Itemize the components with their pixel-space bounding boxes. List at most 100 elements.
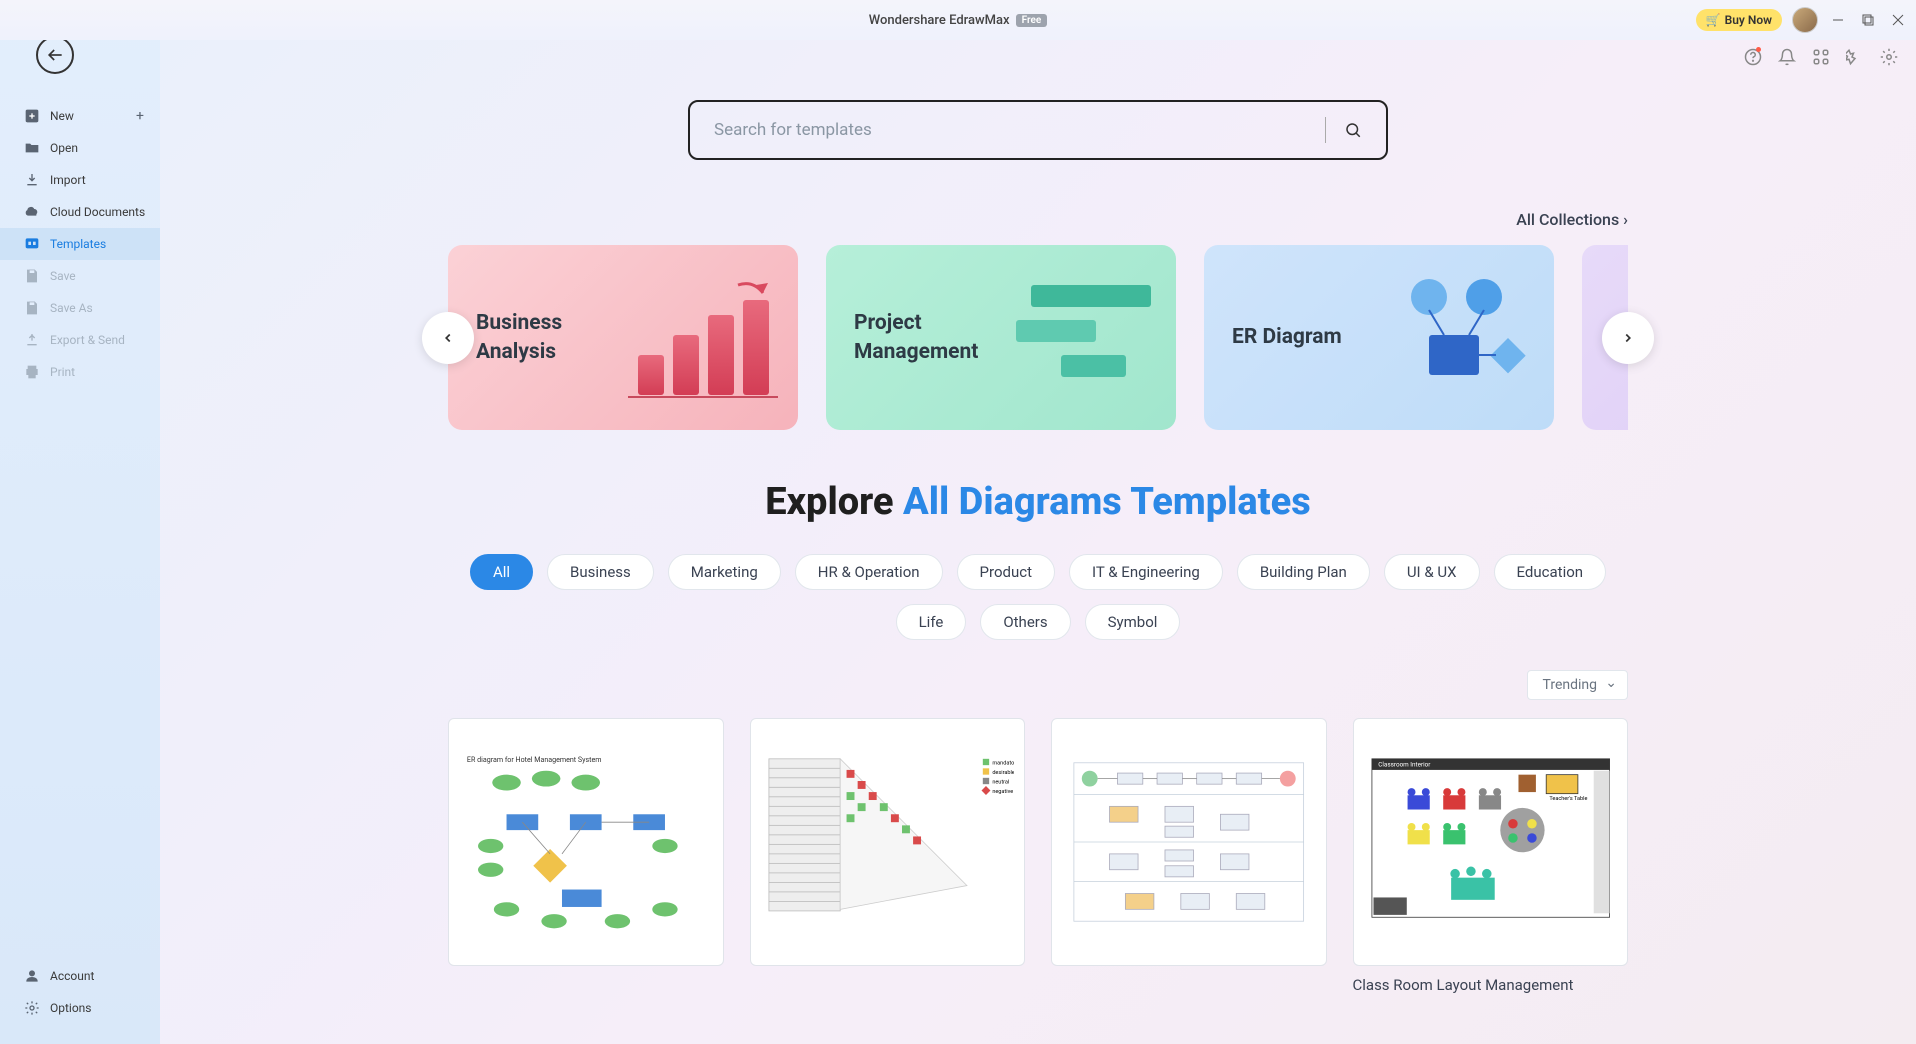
carousel-prev-button[interactable] [422, 312, 474, 364]
template-thumbnail: mandatory desirable neutral negative [750, 718, 1026, 966]
pill-others[interactable]: Others [980, 604, 1070, 640]
plus-square-icon [24, 108, 40, 124]
nav-label: Export & Send [50, 333, 125, 347]
template-thumbnail: ER diagram for Hotel Management System [448, 718, 724, 966]
svg-text:Classroom Interior: Classroom Interior [1378, 761, 1431, 769]
svg-text:ER diagram for Hotel Managemen: ER diagram for Hotel Management System [467, 755, 602, 764]
minimize-button[interactable] [1828, 10, 1848, 30]
pill-hr-operation[interactable]: HR & Operation [795, 554, 943, 590]
close-button[interactable] [1888, 10, 1908, 30]
template-thumbnail [1051, 718, 1327, 966]
account-icon [24, 968, 40, 984]
plus-icon[interactable]: + [136, 108, 144, 124]
svg-text:negative: negative [992, 789, 1013, 795]
pill-marketing[interactable]: Marketing [668, 554, 781, 590]
nav-new[interactable]: New + [0, 100, 160, 132]
edition-badge: Free [1016, 14, 1048, 27]
carousel-next-button[interactable] [1602, 312, 1654, 364]
nav-label: Print [50, 365, 75, 379]
explore-accent: All Diagrams Templates [903, 480, 1311, 524]
svg-text:desirable: desirable [992, 770, 1014, 776]
shortcut-icon[interactable] [1812, 48, 1830, 66]
pill-symbol[interactable]: Symbol [1085, 604, 1181, 640]
svg-text:Teacher's Table: Teacher's Table [1549, 796, 1587, 802]
pill-ui-ux[interactable]: UI & UX [1384, 554, 1480, 590]
template-card[interactable]: ER diagram for Hotel Management System [448, 718, 724, 994]
sidebar: New + Open Import Cloud Documents Templa… [0, 0, 160, 1044]
export-icon [24, 332, 40, 348]
folder-icon [24, 140, 40, 156]
bell-icon[interactable] [1778, 48, 1796, 66]
template-card[interactable] [1051, 718, 1327, 994]
nav-label: Cloud Documents [50, 205, 145, 219]
svg-text:mandatory: mandatory [992, 760, 1014, 766]
nav-label: Options [50, 1001, 92, 1015]
explore-heading: Explore All Diagrams Templates [448, 480, 1628, 524]
collection-card-er-diagram[interactable]: ER Diagram [1204, 245, 1554, 430]
er-icon [1384, 275, 1534, 400]
nav-options[interactable]: Options [0, 992, 160, 1024]
card-title: Project Management [854, 309, 1014, 366]
main-content: All Collections › Business Analysis [160, 0, 1916, 1044]
maximize-button[interactable] [1858, 10, 1878, 30]
collection-card-business-analysis[interactable]: Business Analysis [448, 245, 798, 430]
search-input[interactable] [714, 120, 1307, 140]
gantt-icon [1006, 275, 1156, 400]
nav-label: Import [50, 173, 86, 187]
explore-prefix: Explore [765, 480, 903, 524]
buy-now-label: Buy Now [1725, 13, 1772, 27]
save-as-icon [24, 300, 40, 316]
nav-account[interactable]: Account [0, 960, 160, 992]
all-collections-link[interactable]: All Collections › [448, 210, 1628, 229]
nav-open[interactable]: Open [0, 132, 160, 164]
collections-label: All Collections [1516, 210, 1619, 229]
help-icon[interactable] [1744, 48, 1762, 66]
card-title: Business Analysis [476, 309, 636, 366]
template-card[interactable]: mandatory desirable neutral negative [750, 718, 1026, 994]
cloud-icon [24, 204, 40, 220]
nav-label: Save As [50, 301, 93, 315]
sort-label: Trending [1542, 677, 1597, 693]
buy-now-button[interactable]: 🛒 Buy Now [1696, 9, 1782, 31]
pill-building-plan[interactable]: Building Plan [1237, 554, 1370, 590]
template-card[interactable]: Classroom Interior Teacher's Table [1353, 718, 1629, 994]
nav-label: New [50, 109, 74, 123]
sort-dropdown[interactable]: Trending [1527, 670, 1628, 700]
nav-templates[interactable]: Templates [0, 228, 160, 260]
theme-icon[interactable] [1846, 48, 1864, 66]
nav-save: Save [0, 260, 160, 292]
nav-import[interactable]: Import [0, 164, 160, 196]
search-divider [1325, 117, 1326, 143]
chevron-right-icon: › [1623, 210, 1628, 229]
nav-print: Print [0, 356, 160, 388]
nav-label: Save [50, 269, 76, 283]
pill-life[interactable]: Life [896, 604, 967, 640]
titlebar: Wondershare EdrawMax Free 🛒 Buy Now [0, 0, 1916, 40]
print-icon [24, 364, 40, 380]
bar-chart-icon [628, 275, 778, 400]
collections-carousel: Business Analysis [448, 245, 1628, 430]
nav-label: Account [50, 969, 94, 983]
pill-it-engineering[interactable]: IT & Engineering [1069, 554, 1223, 590]
templates-icon [24, 236, 40, 252]
nav-label: Templates [50, 237, 106, 251]
template-caption: Class Room Layout Management [1353, 976, 1629, 994]
template-thumbnail: Classroom Interior Teacher's Table [1353, 718, 1629, 966]
category-pills: All Business Marketing HR & Operation Pr… [448, 554, 1628, 640]
pill-product[interactable]: Product [957, 554, 1055, 590]
pill-business[interactable]: Business [547, 554, 654, 590]
nav-cloud-documents[interactable]: Cloud Documents [0, 196, 160, 228]
cart-icon: 🛒 [1706, 13, 1721, 27]
templates-grid: ER diagram for Hotel Management System [448, 718, 1628, 994]
search-box [688, 100, 1388, 160]
settings-icon[interactable] [1880, 48, 1898, 66]
collection-card-project-management[interactable]: Project Management [826, 245, 1176, 430]
back-button[interactable] [36, 36, 74, 74]
nav-label: Open [50, 141, 78, 155]
import-icon [24, 172, 40, 188]
save-icon [24, 268, 40, 284]
pill-all[interactable]: All [470, 554, 533, 590]
avatar[interactable] [1792, 7, 1818, 33]
search-icon[interactable] [1344, 121, 1362, 139]
pill-education[interactable]: Education [1494, 554, 1607, 590]
